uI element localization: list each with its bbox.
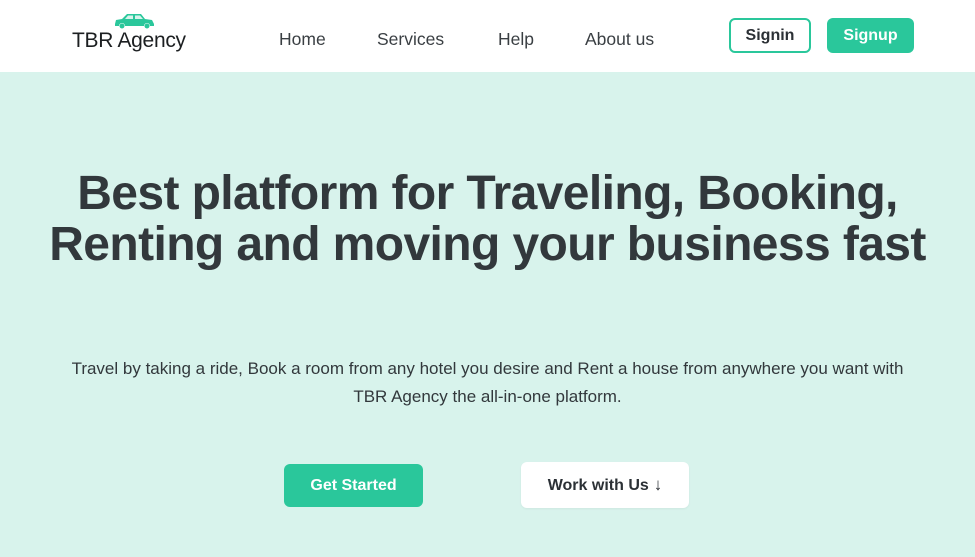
hero-title: Best platform for Traveling, Booking, Re… xyxy=(49,167,926,271)
signin-button[interactable]: Signin xyxy=(729,18,811,53)
hero-subtitle: Travel by taking a ride, Book a room fro… xyxy=(71,359,904,406)
nav-link-services[interactable]: Services xyxy=(377,29,444,50)
nav-link-home[interactable]: Home xyxy=(279,29,326,50)
navbar: TBR Agency Home Services Help About us S… xyxy=(0,0,975,72)
hero-section: Best platform for Traveling, Booking, Re… xyxy=(0,72,975,557)
work-with-us-label: Work with Us xyxy=(547,477,649,494)
nav-link-about[interactable]: About us xyxy=(585,29,654,50)
car-icon xyxy=(115,14,154,29)
get-started-button[interactable]: Get Started xyxy=(284,464,423,507)
nav-link-help[interactable]: Help xyxy=(498,29,534,50)
arrow-down-icon: ↓ xyxy=(653,475,663,494)
brand-name: TBR Agency xyxy=(72,29,186,52)
signup-button[interactable]: Signup xyxy=(827,18,914,53)
work-with-us-button[interactable]: Work with Us ↓ xyxy=(521,462,689,508)
